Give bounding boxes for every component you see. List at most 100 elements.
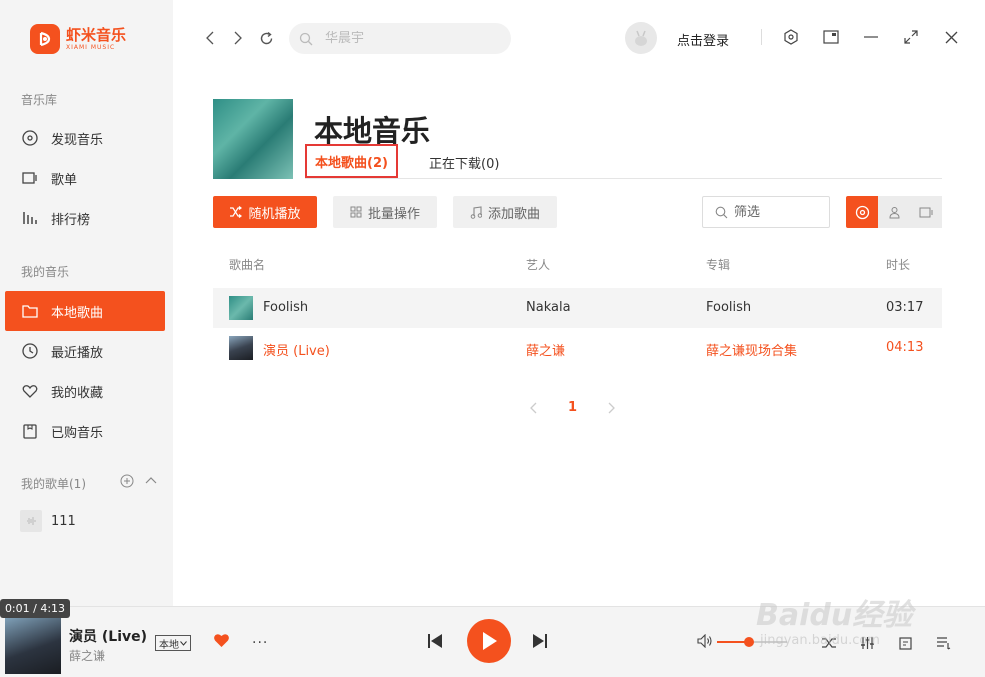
playback-time-badge: 0:01 / 4:13 (0, 599, 70, 618)
previous-track-icon[interactable] (427, 633, 443, 653)
folder-view-icon[interactable] (910, 196, 942, 228)
table-row[interactable]: Foolish Nakala Foolish 03:17 (213, 288, 942, 328)
sidebar-item-discover[interactable]: 发现音乐 (5, 118, 165, 158)
watermark-logo: Baidu经验 (756, 598, 913, 633)
search-icon (715, 206, 728, 219)
mini-mode-icon[interactable] (822, 28, 840, 46)
maximize-icon[interactable] (902, 28, 920, 46)
lyrics-icon[interactable] (896, 634, 914, 652)
grid-icon (350, 206, 362, 218)
song-thumb (229, 336, 253, 360)
more-options-icon[interactable]: ··· (252, 635, 268, 651)
purchased-icon (23, 424, 37, 439)
queue-icon[interactable] (934, 634, 952, 652)
batch-label: 批量操作 (367, 206, 420, 222)
sidebar-item-label: 排行榜 (51, 212, 91, 228)
disc-icon (22, 130, 38, 146)
filter-box[interactable] (702, 196, 830, 228)
add-playlist-icon[interactable] (120, 474, 134, 488)
volume-handle[interactable] (743, 637, 754, 647)
playlist-label: 111 (51, 513, 76, 529)
song-title[interactable]: 演员 (Live) (263, 340, 330, 359)
view-toggle-group (846, 196, 942, 228)
disc-view-icon[interactable] (846, 196, 878, 228)
login-link[interactable]: 点击登录 (677, 30, 729, 49)
playlist-icon (22, 172, 37, 184)
minimize-icon[interactable] (862, 28, 880, 46)
chart-icon (23, 212, 37, 224)
column-header-album[interactable]: 专辑 (706, 256, 730, 273)
forward-arrow-icon[interactable] (229, 28, 247, 48)
column-header-title[interactable]: 歌曲名 (229, 256, 265, 273)
column-header-duration[interactable]: 时长 (886, 256, 910, 273)
playlist-thumb-icon (20, 510, 42, 532)
sidebar-item-favorites[interactable]: 我的收藏 (5, 371, 165, 411)
sidebar-item-playlists[interactable]: 歌单 (5, 158, 165, 198)
sidebar-item-label: 歌单 (51, 172, 78, 188)
player-cover[interactable] (5, 618, 61, 674)
search-input[interactable] (325, 31, 495, 46)
next-track-icon[interactable] (532, 633, 548, 653)
song-duration: 03:17 (886, 300, 924, 315)
collapse-chevron-icon[interactable] (144, 474, 158, 488)
source-label: 本地 (159, 639, 179, 651)
xiami-logo-icon (30, 24, 60, 54)
song-title[interactable]: Foolish (263, 300, 308, 315)
sidebar-item-local-songs[interactable]: 本地歌曲 (5, 291, 165, 331)
player-artist[interactable]: 薛之谦 (69, 647, 105, 664)
play-button[interactable] (467, 619, 511, 663)
sidebar-playlist-item[interactable]: 111 (20, 510, 76, 532)
sidebar-item-label: 我的收藏 (51, 385, 104, 401)
song-artist[interactable]: Nakala (526, 300, 571, 315)
tab-local-songs[interactable]: 本地歌曲(2) (305, 144, 398, 178)
add-songs-button[interactable]: 添加歌曲 (453, 196, 557, 228)
filter-input[interactable] (734, 204, 824, 220)
settings-icon[interactable] (782, 28, 800, 46)
source-badge[interactable]: 本地 (155, 635, 191, 651)
my-music-section-title: 我的音乐 (21, 265, 70, 279)
shuffle-icon (230, 206, 243, 218)
song-thumb (229, 296, 253, 320)
volume-icon[interactable] (697, 633, 713, 652)
shuffle-play-button[interactable]: 随机播放 (213, 196, 317, 228)
back-arrow-icon[interactable] (201, 28, 219, 48)
sidebar-item-label: 最近播放 (51, 345, 104, 361)
folder-icon (22, 305, 38, 318)
song-album[interactable]: Foolish (706, 300, 751, 315)
logo-name: 虾米音乐 (66, 25, 127, 44)
pagination: 1 (530, 400, 615, 415)
add-label: 添加歌曲 (487, 206, 540, 222)
app-logo[interactable]: 虾米音乐 XIAMI MUSIC (30, 24, 126, 54)
playlists-section-title: 我的歌单(1) (21, 477, 86, 491)
prev-page-icon[interactable] (530, 402, 538, 414)
clock-icon (22, 343, 38, 359)
favorite-heart-icon[interactable] (213, 633, 230, 652)
refresh-icon[interactable] (257, 28, 275, 48)
search-icon (299, 32, 313, 46)
play-icon (483, 632, 497, 650)
avatar[interactable] (625, 22, 657, 54)
batch-operation-button[interactable]: 批量操作 (333, 196, 437, 228)
sidebar-item-purchased[interactable]: 已购音乐 (5, 411, 165, 451)
table-row[interactable]: 演员 (Live) 薛之谦 薛之谦现场合集 04:13 (213, 328, 942, 368)
sidebar-item-label: 发现音乐 (51, 132, 104, 148)
logo-name-en: XIAMI MUSIC (66, 43, 116, 51)
song-album[interactable]: 薛之谦现场合集 (706, 340, 797, 359)
sidebar-item-charts[interactable]: 排行榜 (5, 198, 165, 238)
sidebar-item-recent[interactable]: 最近播放 (5, 331, 165, 371)
chevron-down-icon (180, 640, 187, 646)
sidebar: 虾米音乐 XIAMI MUSIC 音乐库 发现音乐 歌单 排行榜 我的音乐 本地… (0, 0, 173, 606)
divider (761, 29, 762, 45)
page-number[interactable]: 1 (568, 400, 577, 415)
search-box[interactable] (289, 23, 511, 54)
header-divider (305, 178, 942, 179)
column-header-artist[interactable]: 艺人 (526, 256, 550, 273)
next-page-icon[interactable] (607, 402, 615, 414)
song-duration: 04:13 (886, 340, 924, 355)
player-song-title[interactable]: 演员 (Live) (69, 626, 147, 646)
song-artist[interactable]: 薛之谦 (526, 340, 565, 359)
artist-view-icon[interactable] (878, 196, 910, 228)
music-note-icon (470, 205, 482, 219)
tab-downloading[interactable]: 正在下载(0) (429, 153, 499, 172)
close-icon[interactable] (942, 28, 960, 46)
